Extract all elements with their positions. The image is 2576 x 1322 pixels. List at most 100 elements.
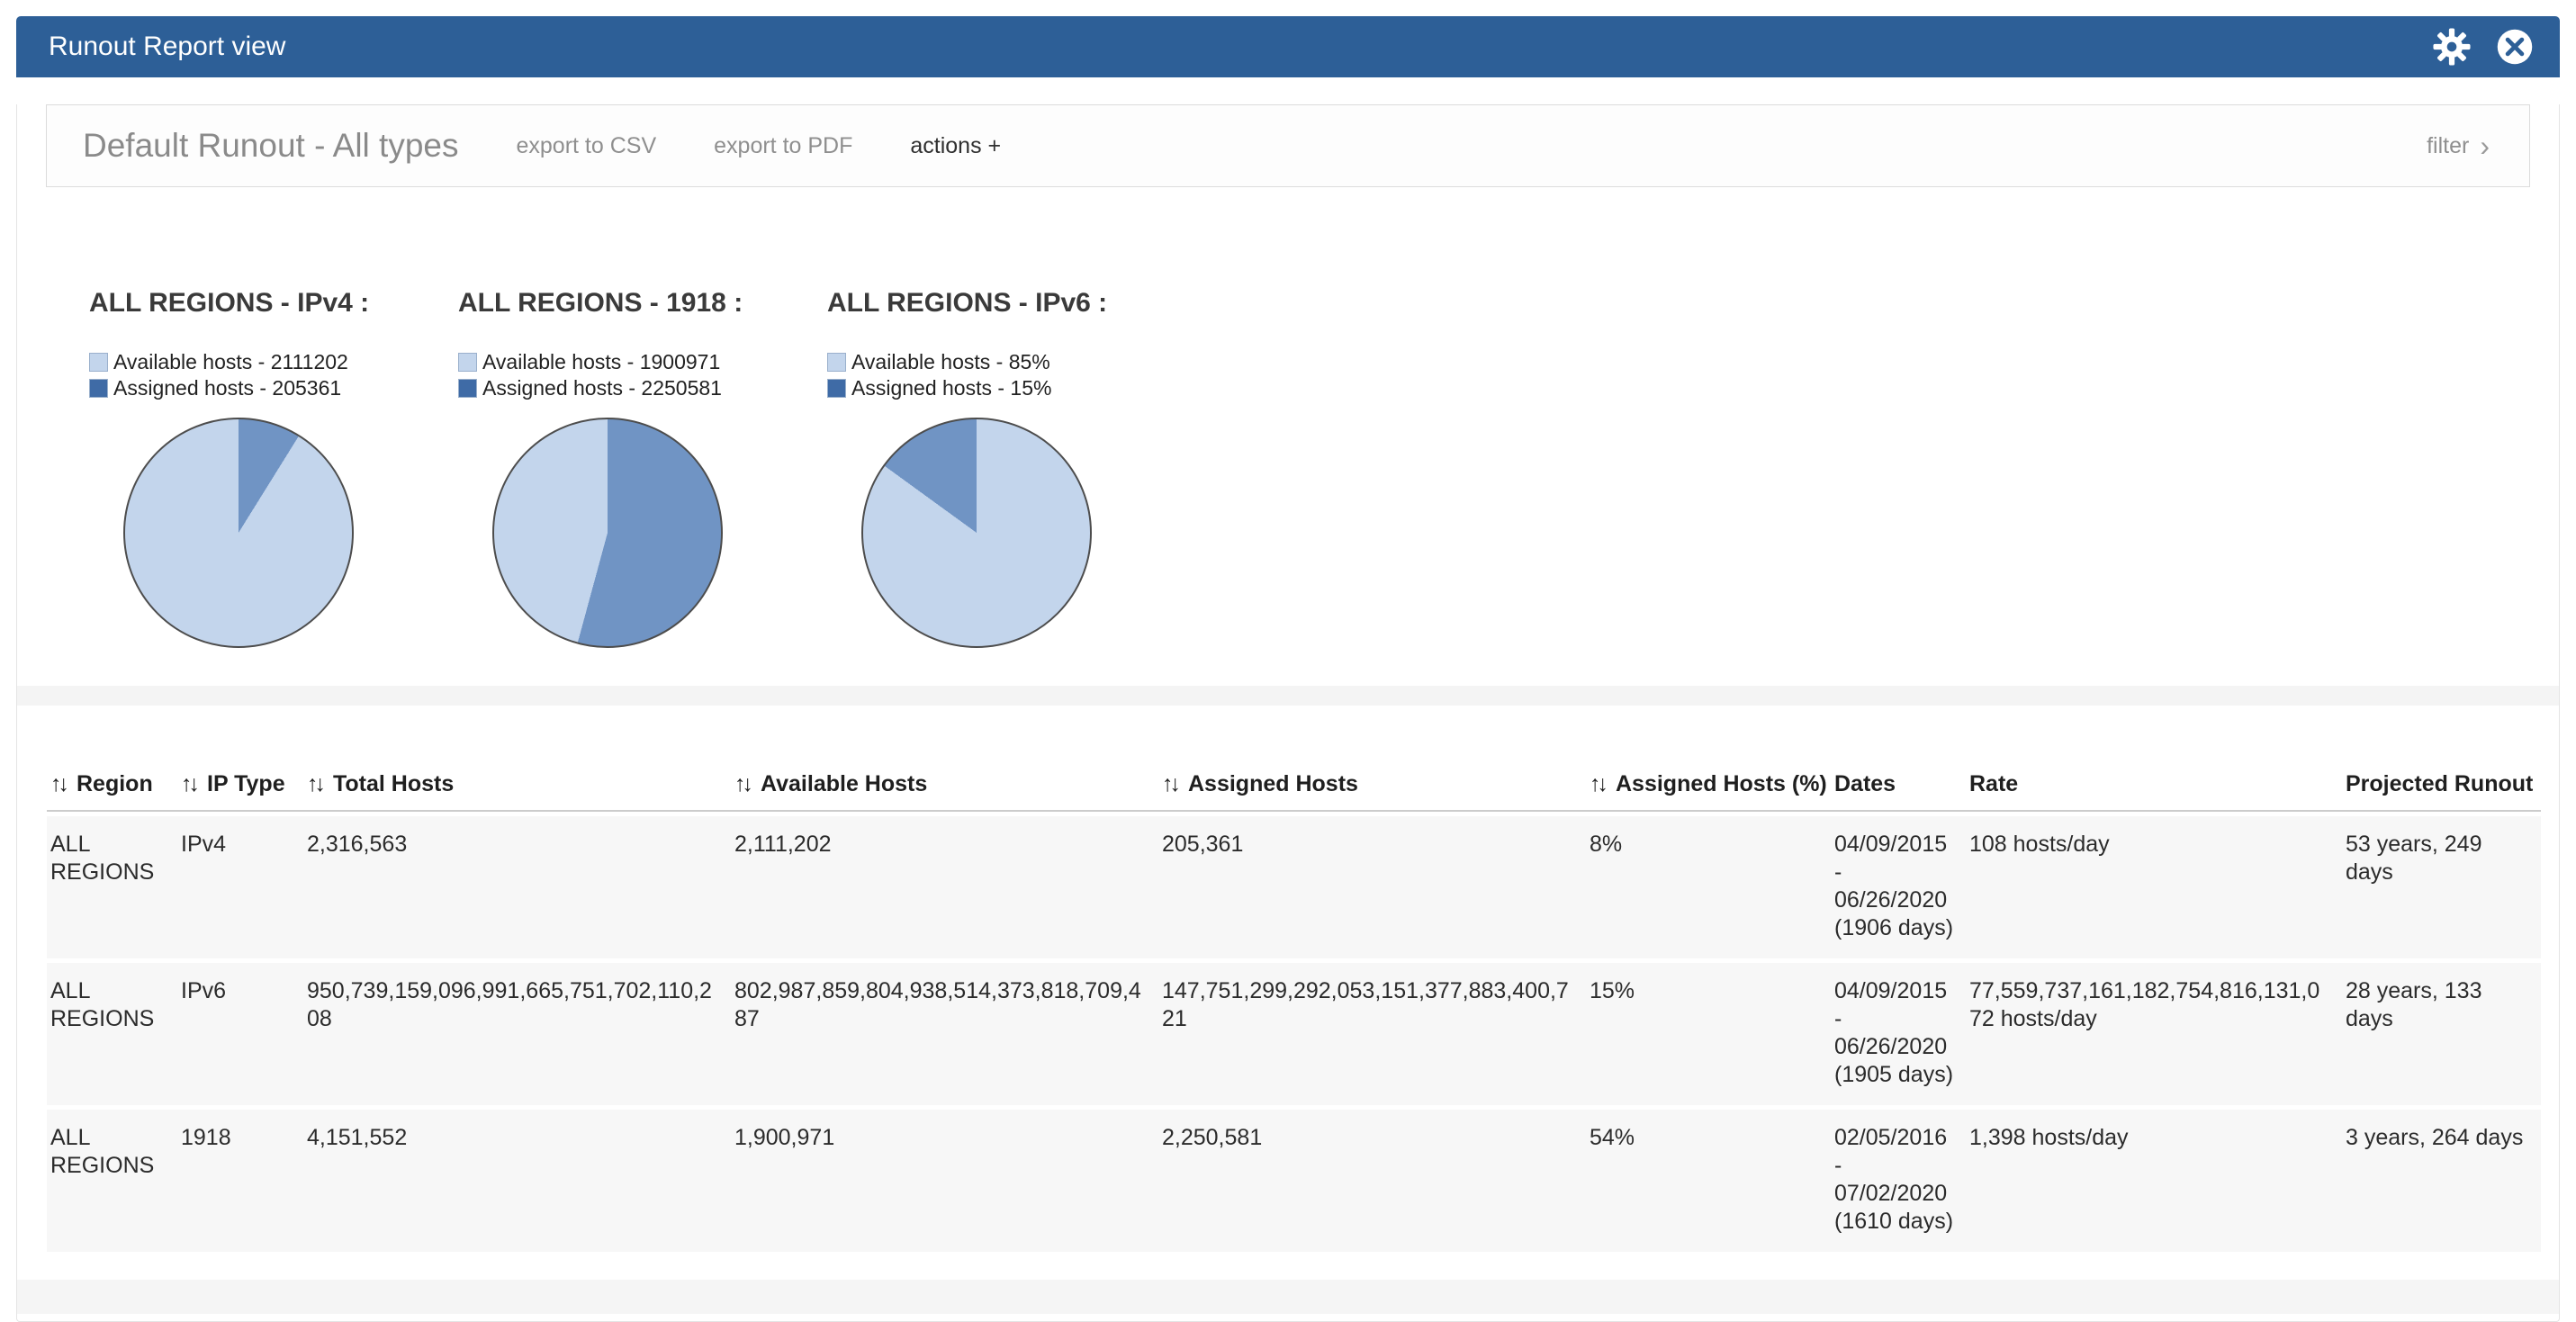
legend-item: Assigned hosts - 2250581 — [458, 375, 827, 401]
date-span: (1905 days) — [1834, 1061, 1955, 1089]
legend-swatch-assigned — [458, 379, 477, 398]
chart-title: ALL REGIONS - IPv4 : — [89, 288, 458, 319]
cell-rate: 1,398 hosts/day — [1966, 1110, 2342, 1252]
column-label: Dates — [1834, 771, 1896, 796]
legend-label: Available hosts - 1900971 — [482, 350, 720, 374]
cell-ip-type: IPv6 — [177, 963, 303, 1105]
date-from: 04/09/2015 — [1834, 977, 1955, 1005]
column-label: Total Hosts — [333, 771, 454, 796]
cell-projected-runout: 53 years, 249 days — [2342, 816, 2541, 958]
legend-label: Assigned hosts - 205361 — [113, 376, 341, 400]
cell-projected-runout: 3 years, 264 days — [2342, 1110, 2541, 1252]
column-header-total-hosts[interactable]: ↑↓ Total Hosts — [303, 760, 731, 812]
export-csv-button[interactable]: export to CSV — [517, 133, 657, 159]
sort-icon: ↑↓ — [307, 771, 322, 797]
date-separator: - — [1834, 1152, 1955, 1180]
legend-label: Available hosts - 2111202 — [113, 350, 348, 374]
date-separator: - — [1834, 1005, 1955, 1033]
column-header-projected-runout: Projected Runout — [2342, 760, 2541, 812]
cell-dates: 04/09/2015 - 06/26/2020 (1905 days) — [1831, 963, 1966, 1105]
column-header-region[interactable]: ↑↓ Region — [47, 760, 177, 812]
pie-chart-ipv4 — [123, 418, 354, 648]
legend-swatch-assigned — [89, 379, 108, 398]
table-header-row: ↑↓ Region ↑↓IP Type ↑↓ Total Hosts ↑↓ Avail… — [47, 760, 2541, 812]
cell-projected-runout: 28 years, 133 days — [2342, 963, 2541, 1105]
cell-total-hosts: 950,739,159,096,991,665,751,702,110,208 — [303, 963, 731, 1105]
table-row-ipv4: ALL REGIONS IPv4 2,316,563 2,111,202 205… — [47, 816, 2541, 958]
window-title: Runout Report view — [49, 31, 285, 62]
chart-block-ipv4: ALL REGIONS - IPv4 : Available hosts - 2… — [89, 288, 458, 648]
legend-item: Assigned hosts - 205361 — [89, 375, 458, 401]
column-header-rate: Rate — [1966, 760, 2342, 812]
runout-report-table: ↑↓ Region ↑↓IP Type ↑↓ Total Hosts ↑↓ Avail… — [47, 756, 2541, 1256]
cell-region: ALL REGIONS — [47, 963, 177, 1105]
section-divider-strip — [17, 686, 2559, 706]
report-title: Default Runout - All types — [83, 127, 459, 165]
legend-item: Available hosts - 2111202 — [89, 349, 458, 375]
window-titlebar: Runout Report view — [16, 16, 2560, 77]
sort-icon: ↑↓ — [50, 771, 66, 797]
legend-swatch-available — [827, 353, 846, 372]
column-label: Region — [77, 771, 153, 796]
column-header-dates: Dates — [1831, 760, 1966, 812]
date-to: 06/26/2020 — [1834, 1033, 1955, 1061]
cell-assigned-pct: 54% — [1586, 1110, 1831, 1252]
chart-block-ipv6: ALL REGIONS - IPv6 : Available hosts - 8… — [827, 288, 1196, 648]
cell-total-hosts: 4,151,552 — [303, 1110, 731, 1252]
column-label: Assigned Hosts (%) — [1616, 771, 1827, 796]
cell-rate: 108 hosts/day — [1966, 816, 2342, 958]
pie-chart-1918 — [492, 418, 723, 648]
date-span: (1610 days) — [1834, 1208, 1955, 1236]
actions-menu-button[interactable]: actions + — [910, 133, 1001, 159]
table-row-ipv6: ALL REGIONS IPv6 950,739,159,096,991,665… — [47, 963, 2541, 1105]
cell-total-hosts: 2,316,563 — [303, 816, 731, 958]
cell-assigned-hosts: 205,361 — [1158, 816, 1586, 958]
chart-title: ALL REGIONS - IPv6 : — [827, 288, 1196, 319]
cell-available-hosts: 2,111,202 — [731, 816, 1158, 958]
column-header-available-hosts[interactable]: ↑↓ Available Hosts — [731, 760, 1158, 812]
cell-assigned-pct: 8% — [1586, 816, 1831, 958]
export-pdf-button[interactable]: export to PDF — [714, 133, 852, 159]
cell-available-hosts: 802,987,859,804,938,514,373,818,709,487 — [731, 963, 1158, 1105]
report-toolbar: Default Runout - All types export to CSV… — [46, 104, 2530, 187]
cell-dates: 04/09/2015 - 06/26/2020 (1906 days) — [1831, 816, 1966, 958]
table-row-1918: ALL REGIONS 1918 4,151,552 1,900,971 2,2… — [47, 1110, 2541, 1252]
cell-ip-type: IPv4 — [177, 816, 303, 958]
filter-label: filter — [2427, 133, 2469, 159]
sort-icon: ↑↓ — [1590, 771, 1605, 797]
sort-icon: ↑↓ — [734, 771, 750, 797]
legend-swatch-assigned — [827, 379, 846, 398]
sort-icon: ↑↓ — [1162, 771, 1177, 797]
window-content: Default Runout - All types export to CSV… — [16, 104, 2560, 1322]
column-label: Projected Runout — [2346, 771, 2533, 796]
cell-region: ALL REGIONS — [47, 816, 177, 958]
titlebar-icons — [2432, 27, 2535, 67]
legend-swatch-available — [89, 353, 108, 372]
column-label: Available Hosts — [761, 771, 927, 796]
cell-assigned-hosts: 147,751,299,292,053,151,377,883,400,721 — [1158, 963, 1586, 1105]
date-to: 07/02/2020 — [1834, 1180, 1955, 1208]
column-header-assigned-hosts[interactable]: ↑↓ Assigned Hosts — [1158, 760, 1586, 812]
cell-assigned-pct: 15% — [1586, 963, 1831, 1105]
sort-icon: ↑↓ — [181, 771, 196, 797]
close-circle-icon[interactable] — [2495, 27, 2535, 67]
legend-swatch-available — [458, 353, 477, 372]
column-header-ip-type[interactable]: ↑↓IP Type — [177, 760, 303, 812]
cell-assigned-hosts: 2,250,581 — [1158, 1110, 1586, 1252]
legend-label: Assigned hosts - 2250581 — [482, 376, 722, 400]
footer-strip — [17, 1280, 2559, 1314]
filter-toggle[interactable]: filter › — [2427, 131, 2490, 160]
pie-chart-ipv6 — [861, 418, 1092, 648]
legend-label: Available hosts - 85% — [851, 350, 1050, 374]
legend-item: Assigned hosts - 15% — [827, 375, 1196, 401]
column-label: Assigned Hosts — [1188, 771, 1358, 796]
legend-label: Assigned hosts - 15% — [851, 376, 1051, 400]
column-label: Rate — [1969, 771, 2018, 796]
cell-available-hosts: 1,900,971 — [731, 1110, 1158, 1252]
cell-rate: 77,559,737,161,182,754,816,131,072 hosts… — [1966, 963, 2342, 1105]
charts-row: ALL REGIONS - IPv4 : Available hosts - 2… — [17, 187, 2559, 686]
legend-item: Available hosts - 85% — [827, 349, 1196, 375]
column-header-assigned-pct[interactable]: ↑↓ Assigned Hosts (%) — [1586, 760, 1831, 812]
gear-icon[interactable] — [2432, 27, 2472, 67]
cell-dates: 02/05/2016 - 07/02/2020 (1610 days) — [1831, 1110, 1966, 1252]
